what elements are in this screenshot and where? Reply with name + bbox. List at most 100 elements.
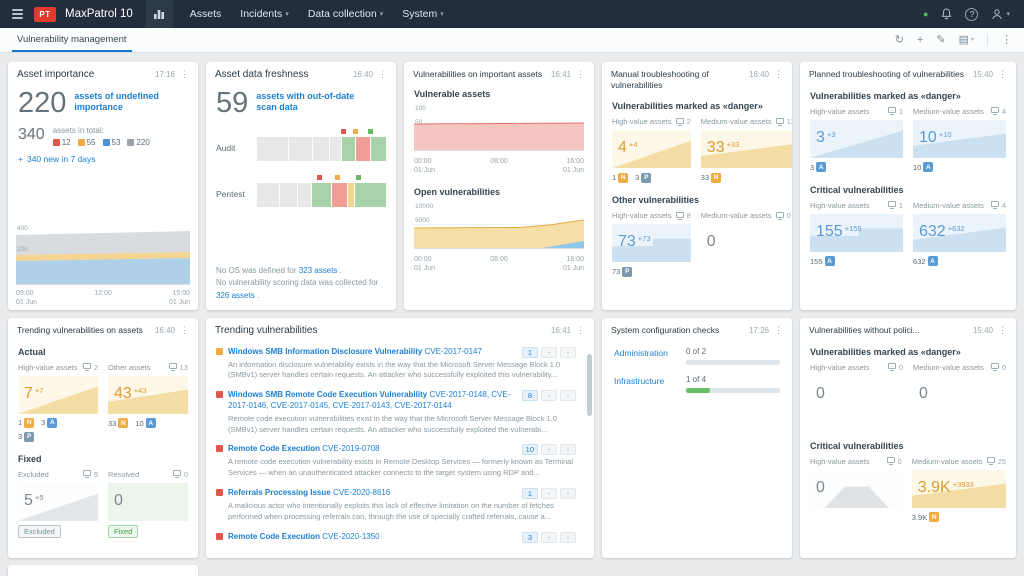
stat-tile-block: Medium-value assets 0 0	[701, 210, 791, 277]
vulnerability-badges: 10 - -	[522, 443, 576, 455]
vulnerability-row[interactable]: Remote Code Execution CVE-2020-1350 3 - …	[216, 527, 584, 547]
widget-menu-icon[interactable]: ⋮	[180, 326, 189, 336]
stat-tile[interactable]: 632+632	[913, 214, 1006, 252]
vulnerability-title-link[interactable]: Windows SMB Information Disclosure Vulne…	[228, 347, 422, 356]
stat-tile[interactable]: 4+4	[612, 130, 691, 168]
stat-tile[interactable]: 0	[913, 376, 1006, 414]
section-heading: Actual	[8, 339, 198, 362]
pt-logo[interactable]: PT	[34, 7, 56, 22]
assets-link[interactable]: 323 assets	[299, 266, 338, 275]
severity-badge-N: N	[929, 512, 939, 522]
nav-data-collection[interactable]: Data collection▾	[308, 8, 383, 20]
vulnerability-row[interactable]: Remote Code Execution CVE-2019-0708 10 -…	[216, 439, 584, 483]
user-menu-button[interactable]: ▾	[991, 8, 1010, 20]
refresh-button[interactable]: ↻	[895, 35, 904, 46]
widget-menu-icon[interactable]: ⋮	[998, 70, 1007, 80]
asset-count-badge: 1	[522, 488, 538, 499]
widget-vulns-important-assets: Vulnerabilities on important assets 16:4…	[404, 62, 594, 310]
tile-label: Medium-value assets	[701, 211, 772, 220]
stat-tile[interactable]: 0	[108, 483, 188, 521]
cve-links[interactable]: CVE-2020-1350	[322, 532, 379, 541]
assets-link[interactable]: 326 assets	[216, 291, 255, 300]
new-assets-link[interactable]: + 340 new in 7 days	[8, 147, 198, 164]
stat-tile[interactable]: 43+43	[108, 376, 188, 414]
widget-title: Asset importance	[17, 69, 149, 82]
asset-count: 0	[887, 457, 902, 466]
severity-badge-N: N	[618, 173, 628, 183]
more-options-button[interactable]: ⋮	[1001, 35, 1012, 46]
chart-heading: Open vulnerabilities	[404, 175, 594, 201]
notifications-button[interactable]	[941, 8, 952, 20]
vulnerability-row[interactable]: Windows SMB Remote Code Execution Vulner…	[216, 385, 584, 439]
severity-medium[interactable]: 55	[78, 138, 96, 147]
cve-links[interactable]: CVE-2020-8616	[333, 488, 390, 497]
empty-badge: -	[560, 390, 576, 401]
asset-count: 4	[991, 107, 1006, 116]
widget-asset-data-freshness: Asset data freshness 16:40⋮ 59 assets wi…	[206, 62, 396, 310]
widget-menu-icon[interactable]: ⋮	[378, 70, 387, 80]
export-button[interactable]: ▤▾	[959, 35, 974, 46]
widget-menu-icon[interactable]: ⋮	[576, 70, 585, 80]
y-tick: 10000	[415, 203, 433, 210]
section-heading: Vulnerabilities marked as «danger»	[602, 93, 792, 116]
total-assets-caption: assets in total:	[53, 126, 150, 135]
asset-count: 13	[169, 363, 188, 372]
stat-tile[interactable]: 0	[701, 224, 791, 262]
vulnerability-title-link[interactable]: Remote Code Execution	[228, 444, 320, 453]
stat-tile[interactable]: 73+73	[612, 224, 691, 262]
dashboard-screen: PT MaxPatrol 10 Assets Incidents▾ Data c…	[0, 0, 1024, 576]
dashboards-icon[interactable]	[146, 0, 173, 28]
severity-undefined[interactable]: 220	[127, 138, 149, 147]
nav-incidents[interactable]: Incidents▾	[240, 8, 289, 20]
vulnerability-title-link[interactable]: Referrals Processing Issue	[228, 488, 331, 497]
stat-tile[interactable]: 5+5	[18, 483, 98, 521]
stat-tile[interactable]: 33+33	[701, 130, 792, 168]
stale-assets-link[interactable]: assets with out-of-date scan data	[256, 88, 368, 118]
monitor-icon	[173, 470, 181, 476]
state-badge-excluded: Excluded	[18, 525, 61, 538]
audit-bar[interactable]	[257, 128, 386, 161]
check-link-administration[interactable]: Administration	[614, 347, 676, 358]
asset-count: 4	[991, 201, 1006, 210]
vulnerability-title-link[interactable]: Windows SMB Remote Code Execution Vulner…	[228, 390, 427, 399]
system-status-indicator: ●	[923, 10, 928, 19]
tab-vulnerability-management[interactable]: Vulnerability management	[12, 28, 132, 52]
stat-tile[interactable]: 155+155	[810, 214, 903, 252]
widget-menu-icon[interactable]: ⋮	[180, 70, 189, 80]
state-badge-fixed: Fixed	[108, 525, 138, 538]
stat-tile[interactable]: 7+7	[18, 376, 98, 414]
undefined-importance-link[interactable]: assets of undefined importance	[74, 88, 186, 118]
widget-menu-icon[interactable]: ⋮	[774, 70, 783, 80]
critical-marker-icon	[340, 128, 347, 135]
stat-tile[interactable]: 3+3	[810, 120, 903, 158]
topbar-right: ● ? ▾	[923, 8, 1014, 21]
severity-high[interactable]: 12	[53, 138, 71, 147]
stat-tile[interactable]: 0	[810, 376, 903, 414]
stat-tile[interactable]: 3.9K+3933	[912, 470, 1006, 508]
vulnerability-row[interactable]: Referrals Processing Issue CVE-2020-8616…	[216, 483, 584, 527]
severity-low[interactable]: 53	[103, 138, 121, 147]
help-button[interactable]: ?	[965, 8, 978, 21]
stat-tile[interactable]: 10+10	[913, 120, 1006, 158]
check-link-infrastructure[interactable]: Infrastructure	[614, 375, 676, 386]
monitor-icon	[888, 107, 896, 113]
severity-badge-P: P	[24, 432, 34, 442]
stat-tile[interactable]: 0	[810, 470, 902, 508]
widget-menu-icon[interactable]: ⋮	[576, 326, 585, 336]
widget-menu-icon[interactable]: ⋮	[998, 326, 1007, 336]
vulnerability-title-link[interactable]: Remote Code Execution	[228, 532, 320, 541]
cve-links[interactable]: CVE-2017-0147	[425, 347, 482, 356]
vulnerability-row[interactable]: Windows SMB Information Disclosure Vulne…	[216, 342, 584, 386]
widget-menu-icon[interactable]: ⋮	[774, 326, 783, 336]
menu-icon[interactable]	[10, 6, 25, 22]
severity-icon	[216, 445, 223, 452]
tile-label: High-value assets	[810, 363, 870, 372]
add-dashboard-button[interactable]: +	[917, 35, 923, 46]
cve-links[interactable]: CVE-2019-0708	[322, 444, 379, 453]
edit-dashboard-button[interactable]: ✎	[936, 35, 945, 46]
nav-system[interactable]: System▾	[402, 8, 444, 20]
scrollbar-thumb[interactable]	[587, 354, 592, 416]
pentest-bar[interactable]	[257, 174, 386, 207]
nav-assets[interactable]: Assets	[190, 8, 222, 20]
tile-badges: 10A	[913, 162, 975, 173]
